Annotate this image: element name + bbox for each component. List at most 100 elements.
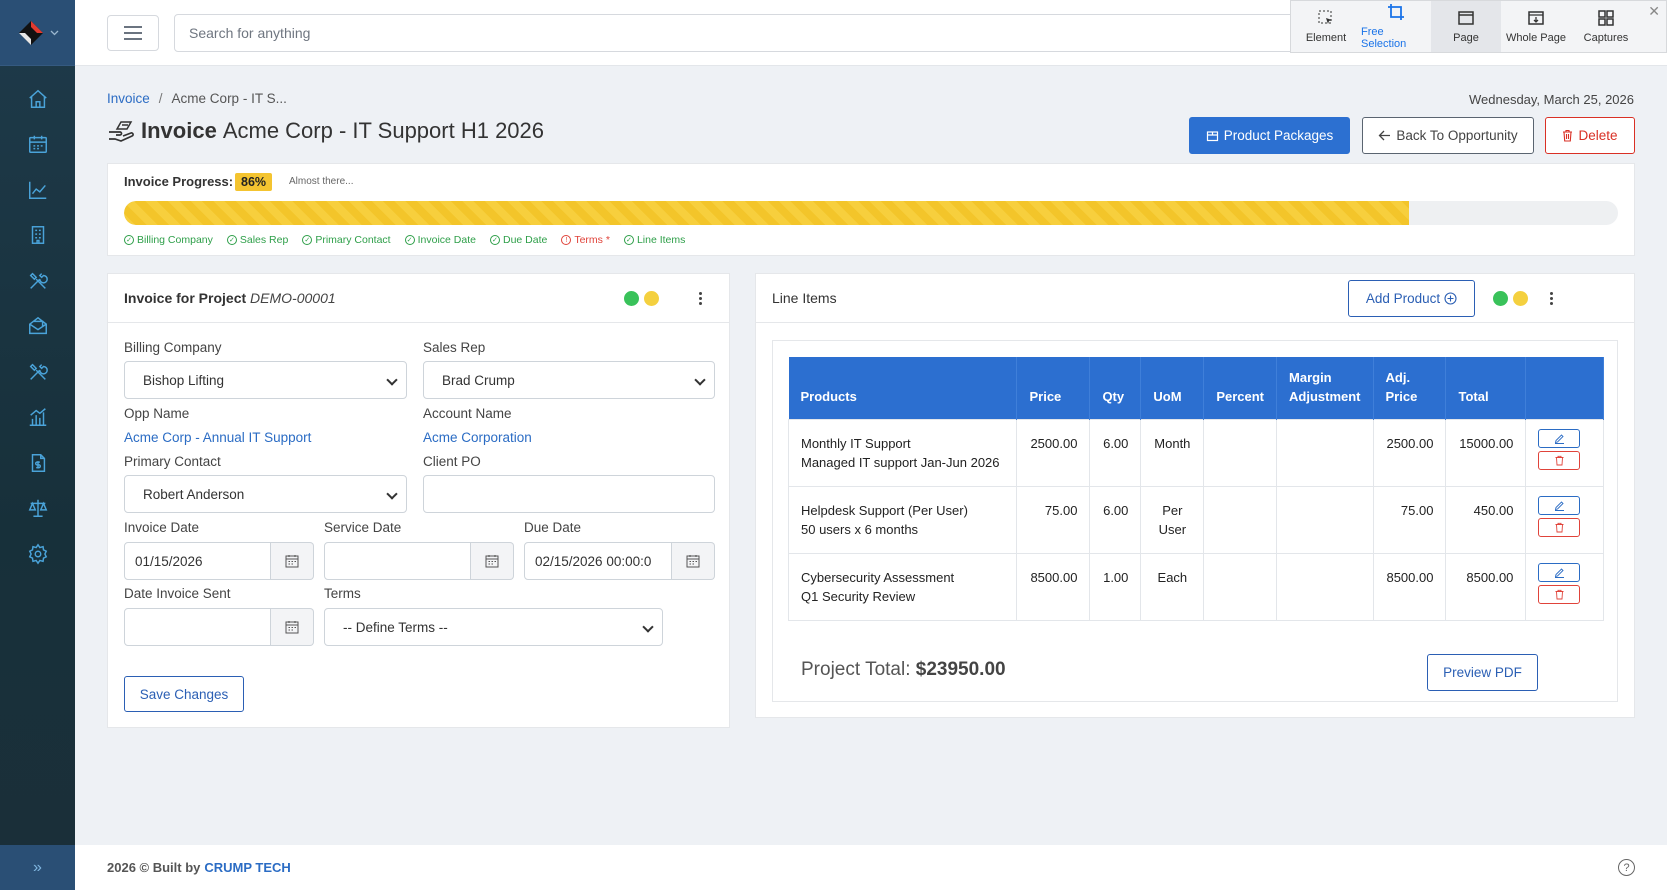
close-icon[interactable]: ✕ (1648, 3, 1660, 20)
delete-button[interactable]: Delete (1545, 117, 1635, 154)
sidebar-item-legal[interactable] (0, 486, 75, 532)
primary-contact-label: Primary Contact (124, 454, 221, 469)
adj-price-cell: 8500.00 (1372, 552, 1447, 621)
due-date-calendar-button[interactable] (672, 542, 715, 580)
delete-row-button[interactable] (1538, 450, 1581, 470)
menu-toggle-button[interactable] (107, 15, 159, 51)
uom-cell: Month (1140, 418, 1205, 487)
breadcrumb: Invoice / Acme Corp - IT S... (107, 91, 287, 106)
product-packages-button[interactable]: Product Packages (1189, 117, 1350, 154)
line-items-header: Line Items Add Product (756, 274, 1634, 323)
preview-pdf-button[interactable]: Preview PDF (1427, 654, 1538, 691)
account-name-link[interactable]: Acme Corporation (423, 430, 532, 445)
breadcrumb-separator: / (158, 91, 163, 106)
sidebar-item-mail[interactable] (0, 304, 75, 350)
add-product-button[interactable]: Add Product (1348, 280, 1475, 317)
column-header: Total (1445, 357, 1527, 419)
sidebar-item-reports[interactable] (0, 395, 75, 441)
calendar-icon (28, 136, 47, 154)
date-sent-calendar-button[interactable] (271, 608, 314, 646)
search-input[interactable] (174, 14, 1374, 52)
check-circle-icon: ✓ (623, 235, 634, 245)
invoice-date-label: Invoice Date (124, 520, 200, 535)
total-cell: 8500.00 (1445, 552, 1527, 621)
terms-select[interactable]: -- Define Terms -- (324, 608, 663, 646)
opp-name-link[interactable]: Acme Corp - Annual IT Support (124, 430, 311, 445)
sidebar-item-companies[interactable] (0, 213, 75, 259)
capture-element-button[interactable]: Element (1291, 1, 1361, 52)
sidebar-item-settings[interactable] (0, 531, 75, 577)
project-total-value: $23950.00 (915, 659, 1006, 680)
crop-icon (1388, 4, 1404, 20)
project-card-title-text: Invoice for Project (124, 290, 247, 306)
sidebar: » (0, 0, 75, 890)
capture-element-label: Element (1305, 32, 1347, 44)
building-icon (31, 226, 44, 245)
client-po-input[interactable] (423, 475, 715, 513)
uom-cell: Each (1140, 552, 1205, 621)
sidebar-item-invoices[interactable] (0, 440, 75, 486)
back-to-opportunity-label: Back To Opportunity (1396, 128, 1518, 143)
arrow-left-icon (1378, 130, 1391, 141)
whole-page-icon (1528, 11, 1544, 25)
line-items-status-dots (1493, 291, 1528, 306)
invoice-date-picker: 01/15/2026 (124, 542, 314, 580)
edit-row-button[interactable] (1538, 562, 1581, 582)
capture-captures-label: Captures (1583, 32, 1629, 44)
sidebar-item-calendar[interactable] (0, 122, 75, 168)
date-sent-picker (124, 608, 314, 646)
product-cell: Cybersecurity Assessment Q1 Security Revi… (787, 552, 1018, 621)
qty-cell: 6.00 (1089, 418, 1142, 487)
capture-free-selection-button[interactable]: Free Selection (1361, 1, 1431, 52)
invoice-date-input[interactable]: 01/15/2026 (124, 542, 271, 580)
calendar-icon (285, 621, 299, 634)
progress-check-item: ! Terms * (561, 234, 610, 246)
uom-cell: Per User (1140, 485, 1205, 554)
capture-whole-page-button[interactable]: Whole Page (1501, 1, 1571, 52)
progress-check-label: Primary Contact (315, 234, 391, 246)
save-changes-button[interactable]: Save Changes (124, 676, 244, 712)
billing-company-select[interactable]: Bishop Lifting (124, 361, 407, 399)
tools-icon (29, 272, 48, 289)
sidebar-item-tools[interactable] (0, 349, 75, 395)
service-date-calendar-button[interactable] (471, 542, 514, 580)
sidebar-item-services[interactable] (0, 258, 75, 304)
progress-bar-fill (124, 201, 1409, 225)
invoice-progress-card: Invoice Progress: 86% Almost there... ✓ B… (107, 163, 1635, 256)
margin-cell (1276, 552, 1374, 621)
date-sent-input[interactable] (124, 608, 271, 646)
project-code: DEMO-00001 (250, 290, 336, 306)
actions-cell (1525, 552, 1604, 621)
app-logo[interactable] (0, 0, 75, 66)
product-cell: Helpdesk Support (Per User) 50 users x 6 … (787, 485, 1018, 554)
percent-cell (1203, 552, 1278, 621)
chevron-down-icon (50, 30, 59, 35)
sidebar-item-analytics[interactable] (0, 167, 75, 213)
more-options-icon[interactable] (1550, 290, 1554, 307)
delete-row-button[interactable] (1538, 517, 1581, 537)
help-icon[interactable]: ? (1618, 859, 1635, 876)
sales-rep-select[interactable]: Brad Crump (423, 361, 715, 399)
capture-page-button[interactable]: Page (1431, 1, 1501, 52)
invoice-hand-icon (109, 121, 134, 142)
mail-open-icon (28, 317, 47, 335)
primary-contact-select[interactable]: Robert Anderson (124, 475, 407, 513)
progress-check-item: ✓ Sales Rep (226, 234, 288, 246)
footer: 2026 © Built by CRUMP TECH ? (75, 845, 1667, 890)
product-name: Monthly IT Support (801, 435, 911, 451)
service-date-input[interactable] (324, 542, 471, 580)
footer-brand-link[interactable]: CRUMP TECH (204, 860, 290, 875)
edit-row-button[interactable] (1538, 428, 1581, 448)
due-date-input[interactable]: 02/15/2026 00:00:0 (524, 542, 672, 580)
invoice-date-calendar-button[interactable] (271, 542, 314, 580)
more-options-icon[interactable] (699, 290, 703, 307)
delete-row-button[interactable] (1538, 584, 1581, 604)
capture-captures-button[interactable]: Captures (1571, 1, 1641, 52)
sidebar-expand-button[interactable]: » (0, 845, 75, 890)
trash-icon (1554, 522, 1565, 533)
back-to-opportunity-button[interactable]: Back To Opportunity (1362, 117, 1534, 154)
edit-row-button[interactable] (1538, 495, 1581, 515)
breadcrumb-invoice-link[interactable]: Invoice (107, 91, 150, 106)
sidebar-item-home[interactable] (0, 76, 75, 122)
progress-check-label: Line Items (636, 234, 686, 246)
